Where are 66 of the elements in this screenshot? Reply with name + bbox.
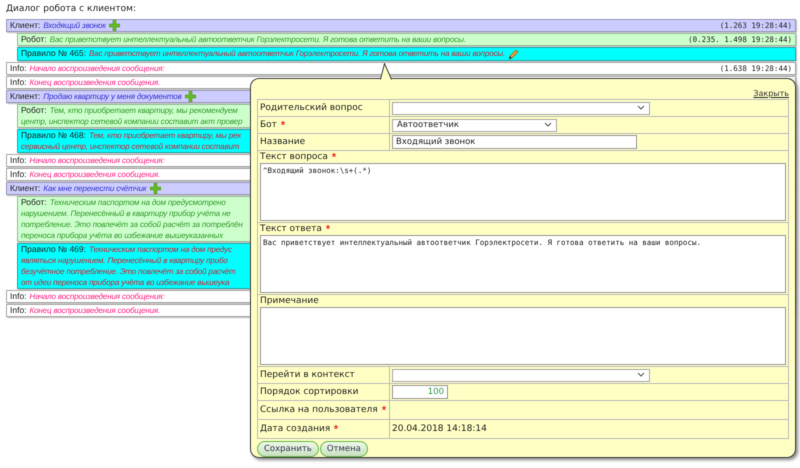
message-label: Info: bbox=[10, 154, 27, 165]
close-link[interactable]: Закрыть bbox=[257, 89, 789, 98]
field-label: Бот bbox=[260, 120, 277, 130]
add-icon[interactable] bbox=[108, 20, 120, 32]
message-text: нарушением. Перенесённый в квартиру прибор учёта не bbox=[21, 209, 231, 218]
field-label: Родительский вопрос bbox=[260, 103, 363, 113]
message-text: безучётное потребление. Это повлечёт за собой расчёт bbox=[21, 267, 236, 276]
form-button[interactable]: Отмена bbox=[320, 441, 368, 457]
message-label: Клиент: bbox=[10, 20, 40, 30]
select-field[interactable] bbox=[392, 102, 650, 114]
field-label: Текст ответа bbox=[260, 224, 322, 234]
message-text: Тем, кто приобретает квартиру, мы рек bbox=[89, 130, 241, 140]
message-text: потребление. Это повлечёт за собой расчёт за потреблён bbox=[21, 220, 243, 229]
message-text: от идеи переноса прибора учёта во избежание вышеука bbox=[21, 278, 230, 287]
message-text: Как мне перенести счётчик bbox=[43, 184, 147, 193]
message-text: Начало воспроизведения сообщения: bbox=[30, 156, 164, 165]
message-text: Конец воспроизведения сообщения. bbox=[30, 78, 160, 86]
message-text: Тем, кто приобретает квартиру, мы рекомендуем bbox=[50, 106, 238, 115]
message-label: Правило № 469: bbox=[21, 244, 86, 254]
field-label: Порядок сортировки bbox=[260, 387, 358, 397]
message-text: Вас приветствует интеллектуальный автоответчик Горэлектросети. Я готова ответить на ваши вопросы. bbox=[50, 35, 466, 44]
message-text: Вас приветствует интеллектуальный автоответчик Горэлектросети. Я готова ответить на ваши вопросы. bbox=[89, 49, 506, 58]
message-text: центр, инспектор сетевой компании составит акт провер bbox=[21, 116, 242, 126]
message-text: переноса прибора учёта во избежание вышеуказанных bbox=[21, 231, 223, 240]
message-text: Начало воспроизведения сообщения: bbox=[30, 292, 164, 301]
page-title: Диалог робота с клиентом: bbox=[5, 3, 137, 16]
message-label: Info: bbox=[10, 305, 27, 315]
text-area[interactable] bbox=[260, 307, 786, 365]
field-value: 20.04.2018 14:18:14 bbox=[392, 424, 487, 434]
message-text: Конец воспроизведения сообщения. bbox=[30, 170, 160, 179]
message-label: Робот: bbox=[21, 104, 47, 115]
add-icon[interactable] bbox=[184, 90, 196, 102]
chevron-icon bbox=[637, 372, 645, 378]
message-label: Info: bbox=[10, 291, 27, 301]
message-label: Info: bbox=[10, 168, 27, 179]
message-text: являться нарушением. Перенесённый в квартиру прибо bbox=[21, 256, 228, 265]
chevron-icon bbox=[544, 122, 552, 128]
message-text: сервисный центр, инспектор сетевой компании составит bbox=[21, 142, 240, 151]
select-field[interactable] bbox=[392, 368, 650, 382]
message-text: Техническим паспортом на дом предусмотрено bbox=[50, 198, 226, 207]
message-label: Клиент: bbox=[10, 182, 40, 193]
select-field[interactable]: Автоответчик bbox=[392, 118, 557, 132]
message-text: Конец воспроизведения сообщения. bbox=[30, 306, 160, 315]
pencil-icon[interactable] bbox=[508, 48, 520, 60]
message-label: Правило № 468: bbox=[21, 130, 86, 140]
message-label: Робот: bbox=[21, 34, 47, 44]
field-label: Перейти в контекст bbox=[260, 370, 355, 380]
message-text: Входящий звонок bbox=[43, 21, 106, 30]
number-field[interactable]: 100 bbox=[392, 385, 448, 399]
message-text: Продаю квартиру у меня документов bbox=[43, 92, 182, 100]
field-label: Примечание bbox=[260, 296, 319, 306]
message-text: Техническим паспортом на дом предус bbox=[89, 245, 232, 254]
field-label: Текст вопроса bbox=[260, 152, 328, 162]
message-label: Правило № 465: bbox=[21, 48, 86, 58]
form-button[interactable]: Сохранить bbox=[257, 441, 319, 457]
message-label: Info: bbox=[10, 76, 27, 86]
field-label: Название bbox=[260, 137, 306, 147]
message-label: Робот: bbox=[21, 197, 47, 207]
field-label: Дата создания bbox=[260, 424, 330, 434]
chevron-icon bbox=[637, 105, 645, 111]
input-field[interactable]: Входящий звонок bbox=[392, 135, 637, 149]
field-label: Ссылка на пользователя bbox=[260, 405, 378, 415]
add-icon[interactable] bbox=[150, 183, 161, 194]
message-label: Info: bbox=[10, 62, 27, 72]
message-label: Клиент: bbox=[10, 90, 40, 100]
message-text: Начало воспроизведения сообщения: bbox=[30, 64, 164, 72]
